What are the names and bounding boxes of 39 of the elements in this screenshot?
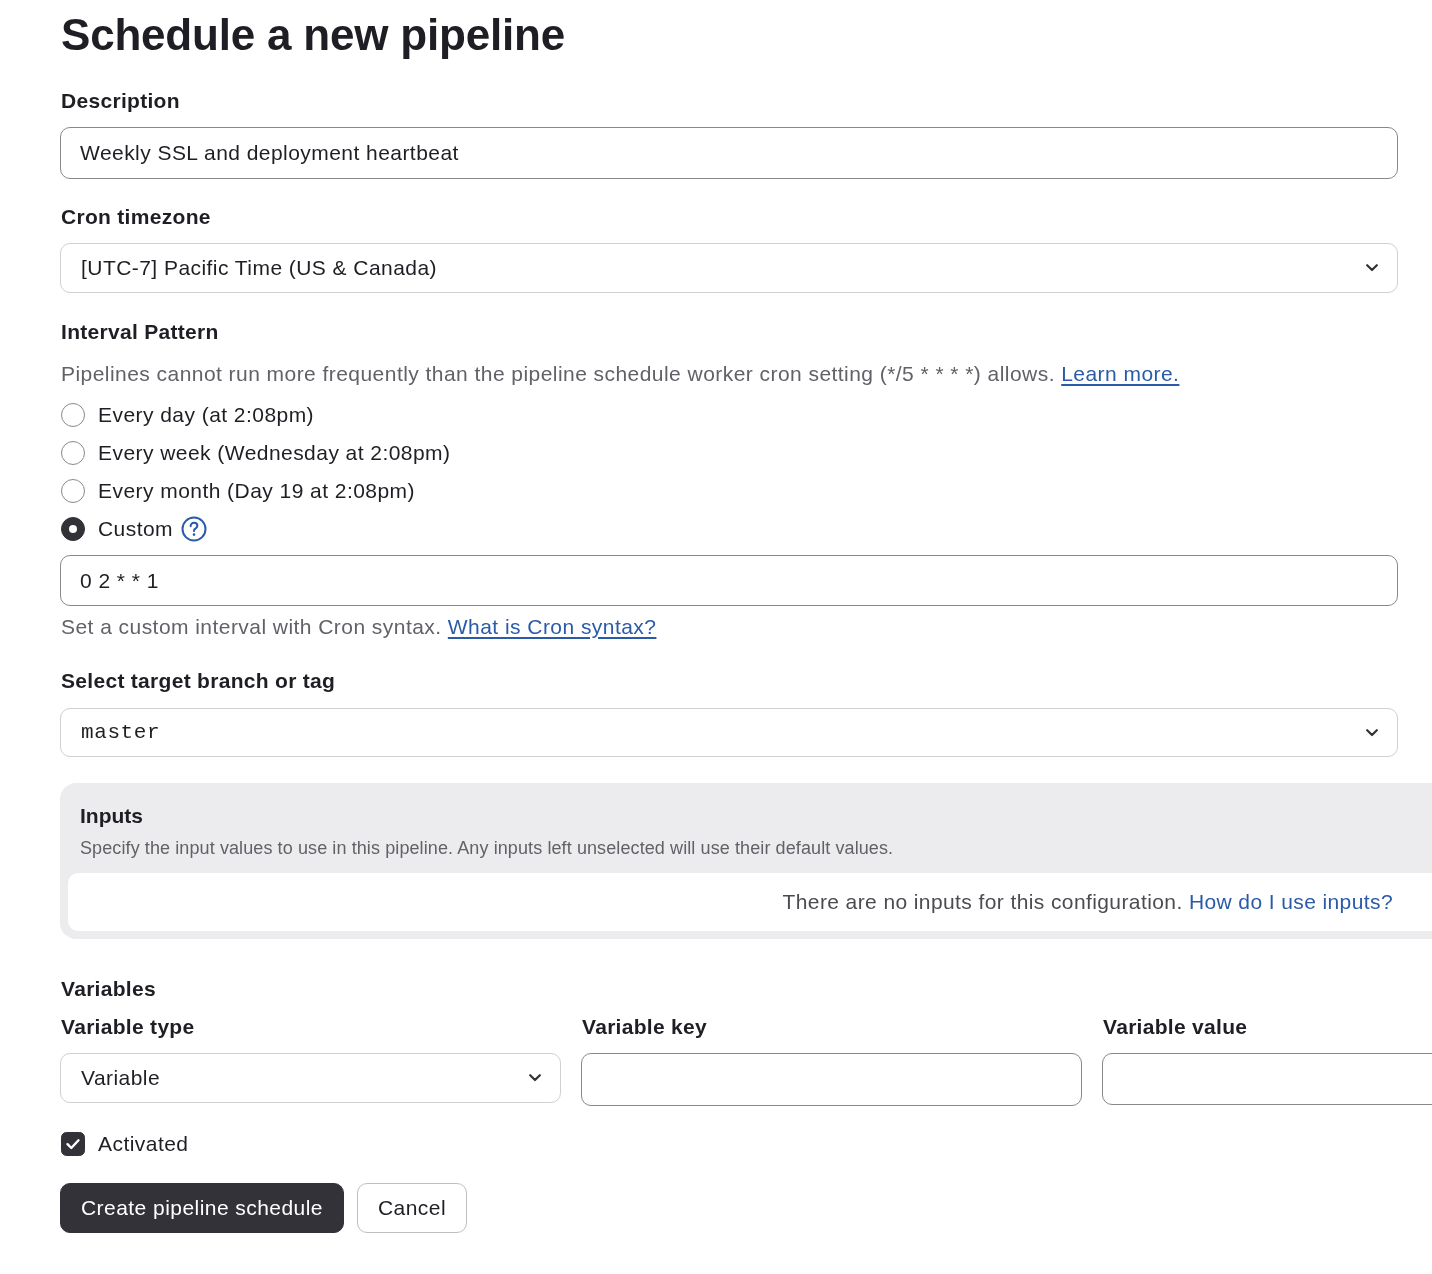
panel-title: Inputs [80,803,143,829]
cron-syntax-link[interactable]: What is Cron syntax? [447,615,657,638]
field-label: Cron timezone [61,204,211,230]
radio-button[interactable] [61,441,85,465]
cancel-button[interactable]: Cancel [356,1183,468,1233]
section-title: Variables [61,976,156,1002]
field-label: Description [61,88,180,114]
radio-label[interactable]: Custom [98,515,174,543]
help-text: Pipelines cannot run more frequently than the pipeline schedule worker cron setting (*/5 * * * *) allows. Learn more. [61,361,1180,387]
panel-description: Specify the input values to use in this pipeline. Any inputs left unselected will use their default values. [80,837,894,860]
radio-button[interactable] [61,479,85,503]
variable-type-select[interactable]: Variable [60,1053,561,1103]
inputs-help-link[interactable]: How do I use inputs? [1188,890,1393,913]
field-label: Select target branch or tag [61,668,336,694]
checkbox[interactable] [61,1132,85,1156]
page-title: Schedule a new pipeline [61,9,565,61]
create-button[interactable]: Create pipeline schedule [60,1183,344,1233]
cron-field[interactable]: 0 2 * * 1 [60,555,1398,606]
help-icon[interactable] [181,516,208,542]
radio-button[interactable] [61,517,85,541]
description-field[interactable]: Weekly SSL and deployment heartbeat [60,127,1398,179]
learn-more-link[interactable]: Learn more. [1061,362,1180,385]
input-field[interactable] [581,1053,1082,1106]
chevron-down-icon [529,1074,541,1082]
checkbox-label[interactable]: Activated [98,1130,189,1158]
field-label: Variable type [61,1014,195,1040]
timezone-select[interactable]: [UTC-7] Pacific Time (US & Canada) [60,243,1398,293]
branch-select[interactable]: master [60,708,1398,757]
radio-button[interactable] [61,403,85,427]
empty-state-text: There are no inputs for this configuration. How do I use inputs? [782,890,1393,914]
help-text: Set a custom interval with Cron syntax. What is Cron syntax? [61,614,657,640]
field-label: Variable value [1103,1014,1248,1040]
radio-label[interactable]: Every week (Wednesday at 2:08pm) [98,439,451,467]
chevron-down-icon [1366,728,1378,737]
field-label: Interval Pattern [61,319,219,345]
chevron-down-icon [1366,264,1378,272]
radio-label[interactable]: Every month (Day 19 at 2:08pm) [98,477,415,505]
radio-label[interactable]: Every day (at 2:08pm) [98,401,315,429]
field-label: Variable key [582,1014,708,1040]
